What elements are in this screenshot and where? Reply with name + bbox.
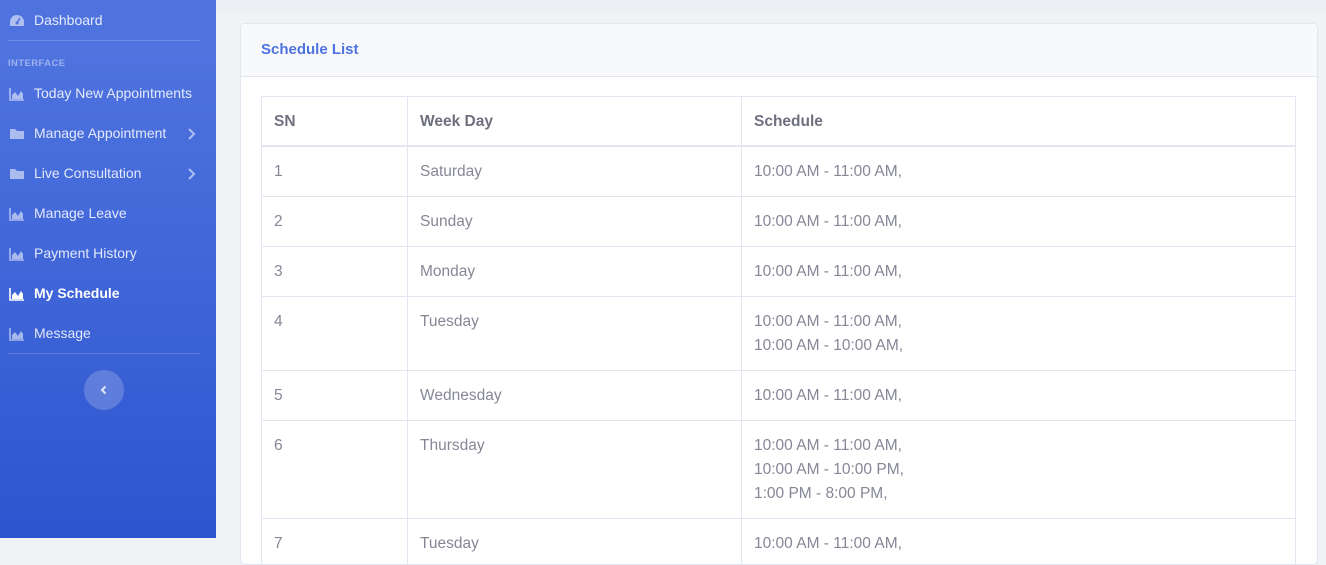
sidebar-item-message[interactable]: Message	[0, 322, 216, 346]
schedule-table: SN Week Day Schedule 1Saturday 10:00 AM -…	[261, 96, 1296, 565]
table-row: 5Wednesday 10:00 AM - 11:00 AM,	[262, 371, 1296, 421]
cell-schedule: 10:00 AM - 11:00 AM,10:00 AM - 10:00 AM,	[742, 297, 1296, 371]
table-row: 4Tuesday10:00 AM - 11:00 AM,10:00 AM - 1…	[262, 297, 1296, 371]
main-content: Schedule List SN Week Day Schedule 1Satu…	[216, 0, 1326, 538]
card-header: Schedule List	[241, 24, 1317, 77]
cell-week-day: Wednesday	[408, 371, 742, 421]
schedule-slot: 10:00 AM - 10:00 AM,	[754, 334, 1283, 358]
table-row: 3Monday 10:00 AM - 11:00 AM,	[262, 247, 1296, 297]
schedule-slot: 10:00 AM - 11:00 AM,	[754, 384, 1283, 408]
card-title: Schedule List	[261, 41, 359, 58]
cell-schedule: 10:00 AM - 11:00 AM,10:00 AM - 10:00 PM,…	[742, 421, 1296, 519]
column-header-week-day[interactable]: Week Day	[408, 97, 742, 147]
schedule-slot: 10:00 AM - 10:00 PM,	[754, 458, 1283, 482]
sidebar-heading: INTERFACE	[8, 58, 65, 69]
cell-week-day: Sunday	[408, 197, 742, 247]
table-row: 6Thursday10:00 AM - 11:00 AM,10:00 AM - …	[262, 421, 1296, 519]
tachometer-icon	[9, 14, 25, 28]
sidebar-toggle-button[interactable]	[84, 370, 124, 410]
sidebar-item-payment-history[interactable]: Payment History	[0, 242, 216, 266]
chart-area-icon	[9, 87, 25, 101]
sidebar-item-label: Message	[34, 325, 91, 341]
sidebar-item-live-consultation[interactable]: Live Consultation	[0, 162, 216, 186]
chart-area-icon	[9, 207, 25, 221]
cell-sn: 1	[262, 146, 408, 197]
sidebar-item-label: Payment History	[34, 245, 137, 261]
cell-sn: 5	[262, 371, 408, 421]
cell-schedule: 10:00 AM - 11:00 AM,	[742, 146, 1296, 197]
sidebar-item-label: Manage Appointment	[34, 125, 166, 141]
sidebar-item-dashboard[interactable]: Dashboard	[0, 9, 216, 33]
cell-schedule: 10:00 AM - 11:00 AM,	[742, 519, 1296, 565]
topbar-edge	[216, 0, 1326, 12]
sidebar-divider	[8, 40, 200, 41]
cell-week-day: Thursday	[408, 421, 742, 519]
sidebar-item-today-new-appointments[interactable]: Today New Appointments	[0, 82, 216, 106]
chart-area-icon	[9, 287, 25, 301]
sidebar-item-manage-appointment[interactable]: Manage Appointment	[0, 122, 216, 146]
sidebar-item-my-schedule[interactable]: My Schedule	[0, 282, 216, 306]
chart-area-icon	[9, 327, 25, 341]
cell-week-day: Saturday	[408, 146, 742, 197]
sidebar-item-label: Dashboard	[34, 12, 103, 28]
cell-sn: 7	[262, 519, 408, 565]
table-row: 7Tuesday 10:00 AM - 11:00 AM,	[262, 519, 1296, 565]
sidebar-item-label: Manage Leave	[34, 205, 127, 221]
schedule-slot: 10:00 AM - 11:00 AM,	[754, 310, 1283, 334]
cell-schedule: 10:00 AM - 11:00 AM,	[742, 197, 1296, 247]
chevron-right-icon	[187, 167, 196, 181]
folder-icon	[9, 127, 25, 141]
sidebar: Dashboard INTERFACE Today New Appointmen…	[0, 0, 216, 538]
folder-icon	[9, 167, 25, 181]
cell-schedule: 10:00 AM - 11:00 AM,	[742, 371, 1296, 421]
cell-sn: 2	[262, 197, 408, 247]
schedule-slot: 10:00 AM - 11:00 AM,	[754, 434, 1283, 458]
sidebar-divider	[8, 353, 200, 354]
cell-sn: 4	[262, 297, 408, 371]
cell-sn: 6	[262, 421, 408, 519]
column-header-sn[interactable]: SN	[262, 97, 408, 147]
chevron-left-icon	[98, 384, 110, 396]
table-body: 1Saturday10:00 AM - 11:00 AM,2Sunday10:0…	[262, 146, 1296, 565]
column-header-schedule[interactable]: Schedule	[742, 97, 1296, 147]
schedule-slot: 10:00 AM - 11:00 AM,	[754, 160, 1283, 184]
table-row: 1Saturday 10:00 AM - 11:00 AM,	[262, 146, 1296, 197]
schedule-slot: 1:00 PM - 8:00 PM,	[754, 482, 1283, 506]
cell-week-day: Tuesday	[408, 297, 742, 371]
schedule-slot: 10:00 AM - 11:00 AM,	[754, 210, 1283, 234]
cell-week-day: Monday	[408, 247, 742, 297]
cell-sn: 3	[262, 247, 408, 297]
chevron-right-icon	[187, 127, 196, 141]
schedule-card: Schedule List SN Week Day Schedule 1Satu…	[240, 23, 1318, 565]
table-header-row: SN Week Day Schedule	[262, 97, 1296, 147]
sidebar-item-label: Today New Appointments	[34, 85, 192, 101]
table-row: 2Sunday 10:00 AM - 11:00 AM,	[262, 197, 1296, 247]
cell-week-day: Tuesday	[408, 519, 742, 565]
schedule-slot: 10:00 AM - 11:00 AM,	[754, 532, 1283, 556]
sidebar-item-label: My Schedule	[34, 285, 120, 301]
chart-area-icon	[9, 247, 25, 261]
sidebar-item-label: Live Consultation	[34, 165, 141, 181]
sidebar-item-manage-leave[interactable]: Manage Leave	[0, 202, 216, 226]
schedule-slot: 10:00 AM - 11:00 AM,	[754, 260, 1283, 284]
cell-schedule: 10:00 AM - 11:00 AM,	[742, 247, 1296, 297]
